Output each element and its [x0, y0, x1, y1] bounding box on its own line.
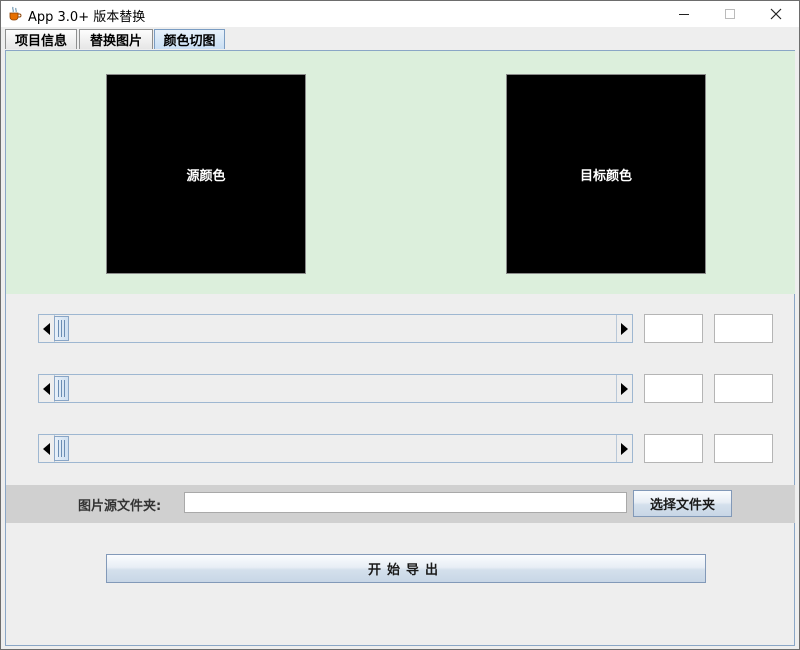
app-window: App 3.0+ 版本替换 项目信息 替换图片 颜色切图 源颜色 目标颜色 图片… — [0, 0, 800, 650]
slider-row — [38, 434, 773, 463]
scroll-left-button[interactable] — [39, 435, 55, 462]
tab-replace-images[interactable]: 替换图片 — [79, 29, 153, 49]
arrow-left-icon — [43, 382, 50, 395]
target-color-swatch[interactable]: 目标颜色 — [506, 74, 706, 274]
slider-row — [38, 314, 773, 343]
slider-value-field-b[interactable] — [714, 434, 773, 463]
folder-label: 图片源文件夹: — [78, 499, 162, 514]
arrow-right-icon — [621, 442, 628, 455]
color-slider[interactable] — [38, 434, 633, 463]
arrow-left-icon — [43, 322, 50, 335]
color-preview-panel: 源颜色 目标颜色 — [6, 51, 795, 294]
slider-value-field-b[interactable] — [714, 314, 773, 343]
title-bar: App 3.0+ 版本替换 — [1, 1, 799, 27]
slider-value-field-a[interactable] — [644, 434, 703, 463]
slider-value-field-a[interactable] — [644, 314, 703, 343]
window-title: App 3.0+ 版本替换 — [28, 10, 146, 25]
minimize-button[interactable] — [661, 1, 707, 27]
scroll-right-button[interactable] — [616, 375, 632, 402]
scroll-right-button[interactable] — [616, 315, 632, 342]
arrow-left-icon — [43, 442, 50, 455]
choose-folder-button[interactable]: 选择文件夹 — [633, 490, 732, 517]
scroll-right-button[interactable] — [616, 435, 632, 462]
maximize-button[interactable] — [707, 1, 753, 27]
arrow-right-icon — [621, 322, 628, 335]
scroll-left-button[interactable] — [39, 375, 55, 402]
scroll-left-button[interactable] — [39, 315, 55, 342]
tab-color-slicing[interactable]: 颜色切图 — [154, 29, 225, 49]
minimize-icon — [679, 14, 689, 15]
color-slider[interactable] — [38, 374, 633, 403]
folder-path-input[interactable] — [184, 492, 627, 513]
source-color-swatch[interactable]: 源颜色 — [106, 74, 306, 274]
close-button[interactable] — [753, 1, 799, 27]
folder-bar: 图片源文件夹: 选择文件夹 — [6, 485, 795, 523]
java-cup-icon — [9, 6, 22, 21]
slider-value-field-b[interactable] — [714, 374, 773, 403]
color-slider[interactable] — [38, 314, 633, 343]
slider-row — [38, 374, 773, 403]
slider-thumb[interactable] — [54, 316, 69, 341]
slider-value-field-a[interactable] — [644, 374, 703, 403]
source-color-label: 源颜色 — [186, 168, 226, 184]
arrow-right-icon — [621, 382, 628, 395]
maximize-icon — [725, 9, 735, 19]
start-export-button[interactable]: 开始导出 — [106, 554, 706, 583]
slider-thumb[interactable] — [54, 376, 69, 401]
tab-project-info[interactable]: 项目信息 — [5, 29, 77, 49]
target-color-label: 目标颜色 — [579, 168, 632, 184]
slider-thumb[interactable] — [54, 436, 69, 461]
close-icon — [770, 8, 782, 20]
